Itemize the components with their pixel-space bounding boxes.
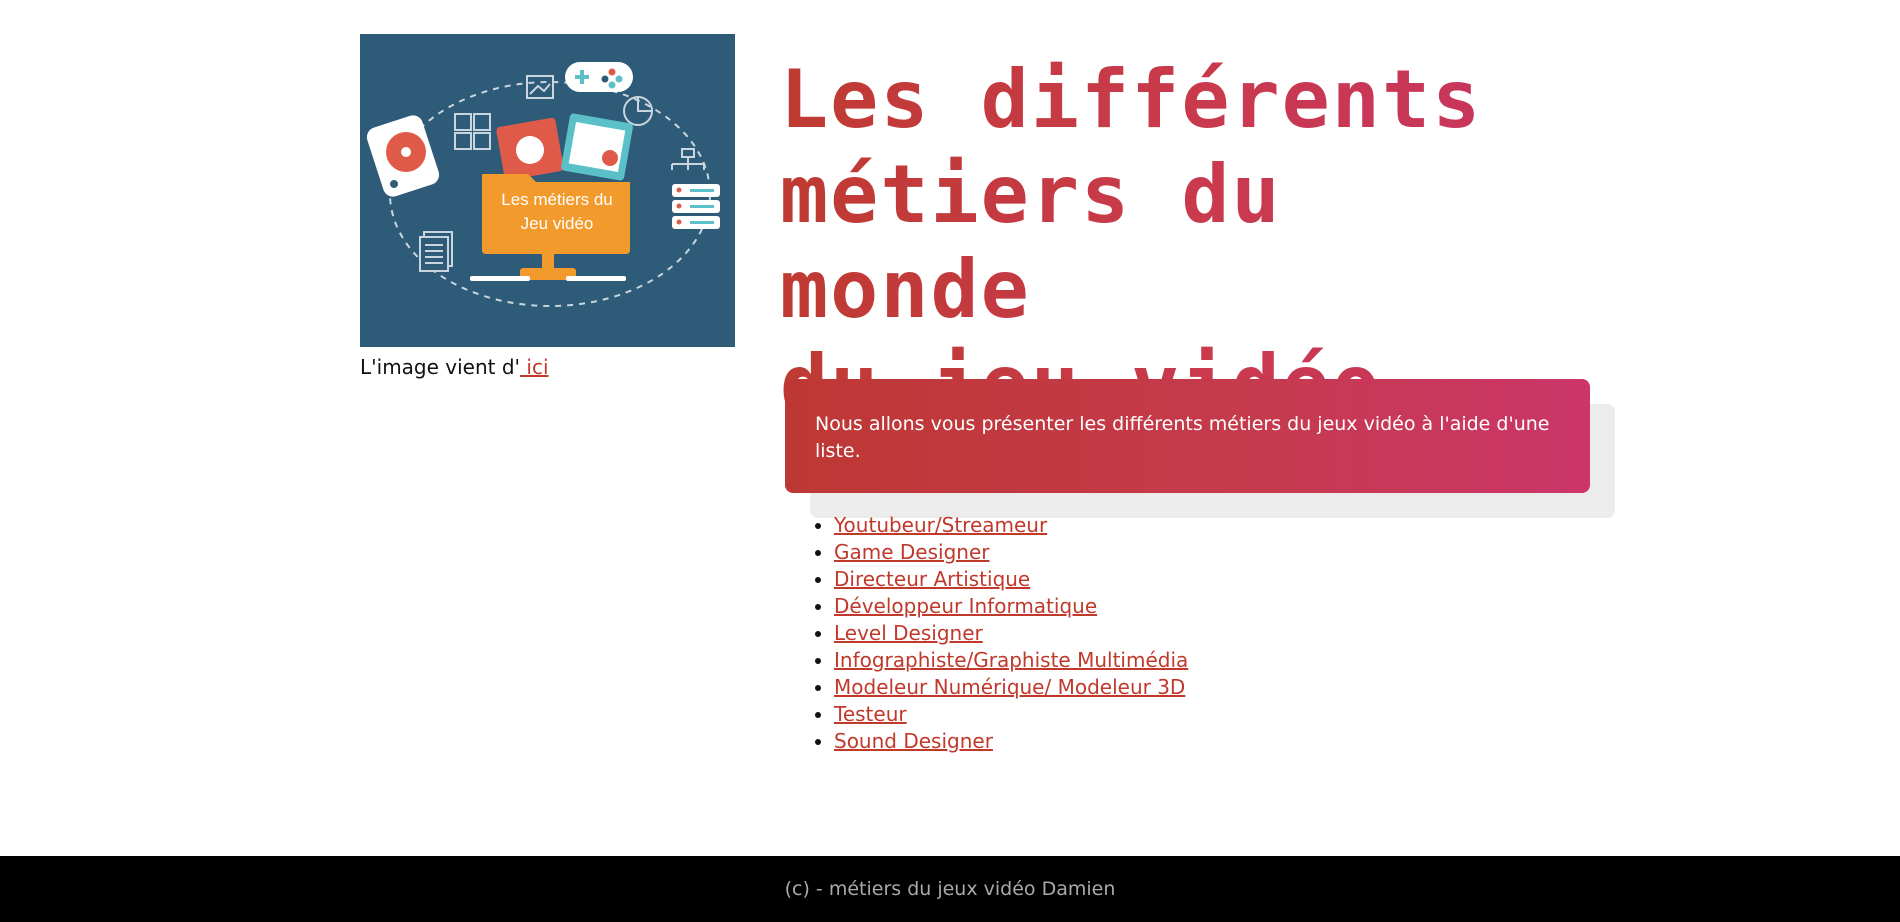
job-link-youtubeur[interactable]: Youtubeur/Streameur [834,513,1047,537]
job-link-infographiste[interactable]: Infographiste/Graphiste Multimédia [834,648,1188,672]
list-item: Développeur Informatique [834,593,1188,620]
image-credit-label: L'image vient d' [360,355,521,379]
documents-icon [419,231,453,272]
job-link-testeur[interactable]: Testeur [834,702,907,726]
job-link-modeleur[interactable]: Modeleur Numérique/ Modeleur 3D [834,675,1185,699]
page-title-line2: métiers du monde [780,148,1282,336]
image-credit: L'image vient d' ici [360,355,735,379]
page-title: Les différents métiers du monde du jeu v… [780,52,1540,432]
list-item: Level Designer [834,620,1188,647]
folder-text-line2: Jeu vidéo [521,214,594,233]
jobs-list: Youtubeur/Streameur Game Designer Direct… [810,512,1188,755]
page-title-line1: Les différents [780,53,1483,146]
list-item: Sound Designer [834,728,1188,755]
job-link-game-designer[interactable]: Game Designer [834,540,989,564]
footer-text: (c) - métiers du jeux vidéo Damien [784,878,1116,900]
hero-image: Les métiers du Jeu vidéo [360,34,735,347]
list-item: Directeur Artistique [834,566,1188,593]
job-link-sound-designer[interactable]: Sound Designer [834,729,993,753]
list-item: Modeleur Numérique/ Modeleur 3D [834,674,1188,701]
list-item: Youtubeur/Streameur [834,512,1188,539]
page: Les métiers du Jeu vidéo L'image vient d… [0,0,1900,922]
image-credit-link[interactable]: ici [520,355,548,379]
job-link-level-designer[interactable]: Level Designer [834,621,983,645]
intro-card: Nous allons vous présenter les différent… [785,379,1590,493]
gamepad-icon [565,62,633,92]
list-item: Infographiste/Graphiste Multimédia [834,647,1188,674]
intro-text: Nous allons vous présenter les différent… [815,413,1550,462]
footer: (c) - métiers du jeux vidéo Damien [0,856,1900,922]
left-column: Les métiers du Jeu vidéo L'image vient d… [360,34,735,379]
list-item: Game Designer [834,539,1188,566]
job-link-directeur-artistique[interactable]: Directeur Artistique [834,567,1030,591]
server-icon [672,184,720,229]
job-link-developpeur[interactable]: Développeur Informatique [834,594,1097,618]
list-item: Testeur [834,701,1188,728]
folder-text-line1: Les métiers du [501,190,613,209]
